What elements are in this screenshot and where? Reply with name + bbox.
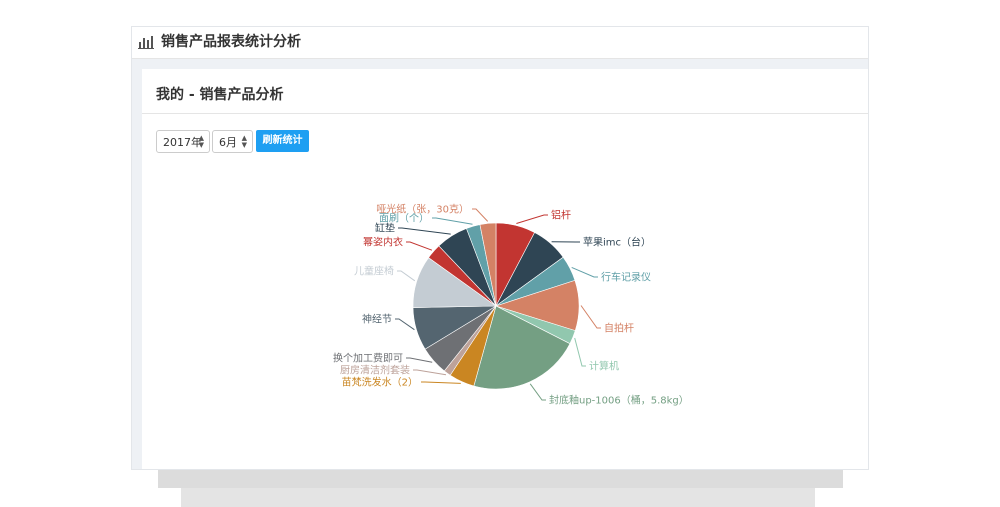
- pie-leader-line: [413, 369, 447, 376]
- pie-leader-line: [397, 270, 416, 282]
- pie-slice-label: 儿童座椅: [354, 265, 394, 278]
- pie-slice-label: 封底釉up-1006（桶，5.8kg）: [549, 394, 689, 407]
- pie-leader-line: [406, 241, 433, 251]
- pie-slice-label: 神经节: [362, 313, 392, 326]
- pie-leader-line: [432, 217, 473, 225]
- pie-leader-line: [574, 337, 586, 367]
- pie-leader-line: [529, 383, 546, 401]
- pie-leader-line: [516, 214, 548, 224]
- pie-leader-line: [398, 227, 451, 235]
- pie-leader-line: [472, 208, 489, 222]
- pie-leader-line: [580, 305, 601, 329]
- pie-slice-label: 苗梵洗发水（2）: [342, 376, 418, 389]
- pie-leader-line: [421, 381, 461, 384]
- pie-slice-label: 厨房清洁剂套装: [340, 364, 410, 377]
- pie-slice-label: 换个加工费即可: [333, 352, 403, 365]
- pie-slice-label: 幂姿内衣: [363, 236, 403, 249]
- pie-slice-label: 自拍杆: [604, 322, 634, 335]
- pie-leader-line: [571, 266, 598, 278]
- pie-slice-label: 哑光纸（张，30克）: [376, 203, 469, 216]
- pie-leader-line: [406, 357, 433, 363]
- pie-slice-label: 苹果imc（台）: [583, 236, 651, 249]
- pie-slice-label: 铝杆: [551, 210, 571, 222]
- pie-slice-label: 计算机: [589, 360, 619, 373]
- pie-slice-label: 行车记录仪: [601, 271, 651, 284]
- sales-pie-chart: 铝杆苹果imc（台） 行车记录仪自拍杆计算机封底釉up-1006（桶，5.8kg）…: [333, 203, 689, 407]
- pie-leader-line: [395, 318, 415, 331]
